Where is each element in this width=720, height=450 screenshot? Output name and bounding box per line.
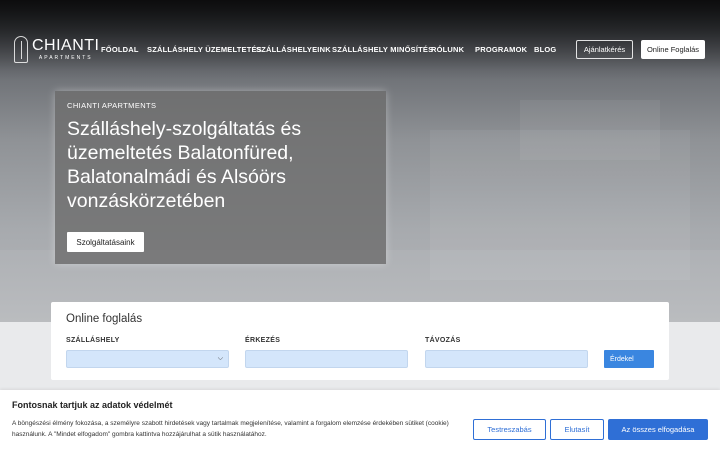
site-header: CHIANTI APARTMENTS FŐOLDAL SZÁLLÁSHELY Ü… [0,0,720,72]
arrival-label: ÉRKEZÉS [245,337,281,344]
search-button[interactable]: Érdekel [604,350,654,368]
cookie-title: Fontosnak tartjuk az adatok védelmét [12,400,173,410]
nav-item-blog[interactable]: BLOG [534,44,556,56]
cookie-banner: Fontosnak tartjuk az adatok védelmét A b… [0,390,720,450]
brand-sub: APARTMENTS [38,55,93,61]
online-booking-button[interactable]: Online Foglalás [641,40,705,59]
hero-card: CHIANTI APARTMENTS Szálláshely-szolgálta… [55,91,386,264]
brand-name: CHIANTI [32,37,100,54]
nav-item-accommodations[interactable]: SZÁLLÁSHELYEINK [256,44,331,56]
customize-button[interactable]: Testreszabás [473,419,546,440]
accommodation-select[interactable]: ⌵ [66,350,229,368]
reject-button[interactable]: Elutasít [550,419,604,440]
departure-label: TÁVOZÁS [425,337,461,344]
booking-form: Online foglalás SZÁLLÁSHELY ⌵ ÉRKEZÉS TÁ… [51,302,669,380]
nav-item-rating[interactable]: SZÁLLÁSHELY MINŐSÍTÉS [332,44,433,56]
accommodation-label: SZÁLLÁSHELY [66,337,120,344]
nav-item-about[interactable]: RÓLUNK [431,44,464,56]
nav-item-home[interactable]: FŐOLDAL [101,44,139,56]
chevron-down-icon: ⌵ [217,355,223,362]
brand-logo[interactable]: CHIANTI APARTMENTS [14,36,100,63]
nav-item-programs[interactable]: PROGRAMOK [475,44,527,56]
booking-title: Online foglalás [66,313,143,325]
services-button[interactable]: Szolgáltatásaink [67,232,144,252]
arrival-date-input[interactable] [245,350,408,368]
hero-eyebrow: CHIANTI APARTMENTS [67,101,157,110]
logo-mark-icon [14,36,28,63]
cookie-text: A böngészési élmény fokozása, a személyr… [12,420,449,438]
nav-item-operation[interactable]: SZÁLLÁSHELY ÜZEMELTETÉS [147,44,262,56]
quote-button[interactable]: Ajánlatkérés [576,40,633,59]
accept-all-button[interactable]: Az összes elfogadása [608,419,708,440]
hero-title: Szálláshely-szolgáltatás és üzemeltetés … [67,118,302,212]
departure-date-input[interactable] [425,350,588,368]
